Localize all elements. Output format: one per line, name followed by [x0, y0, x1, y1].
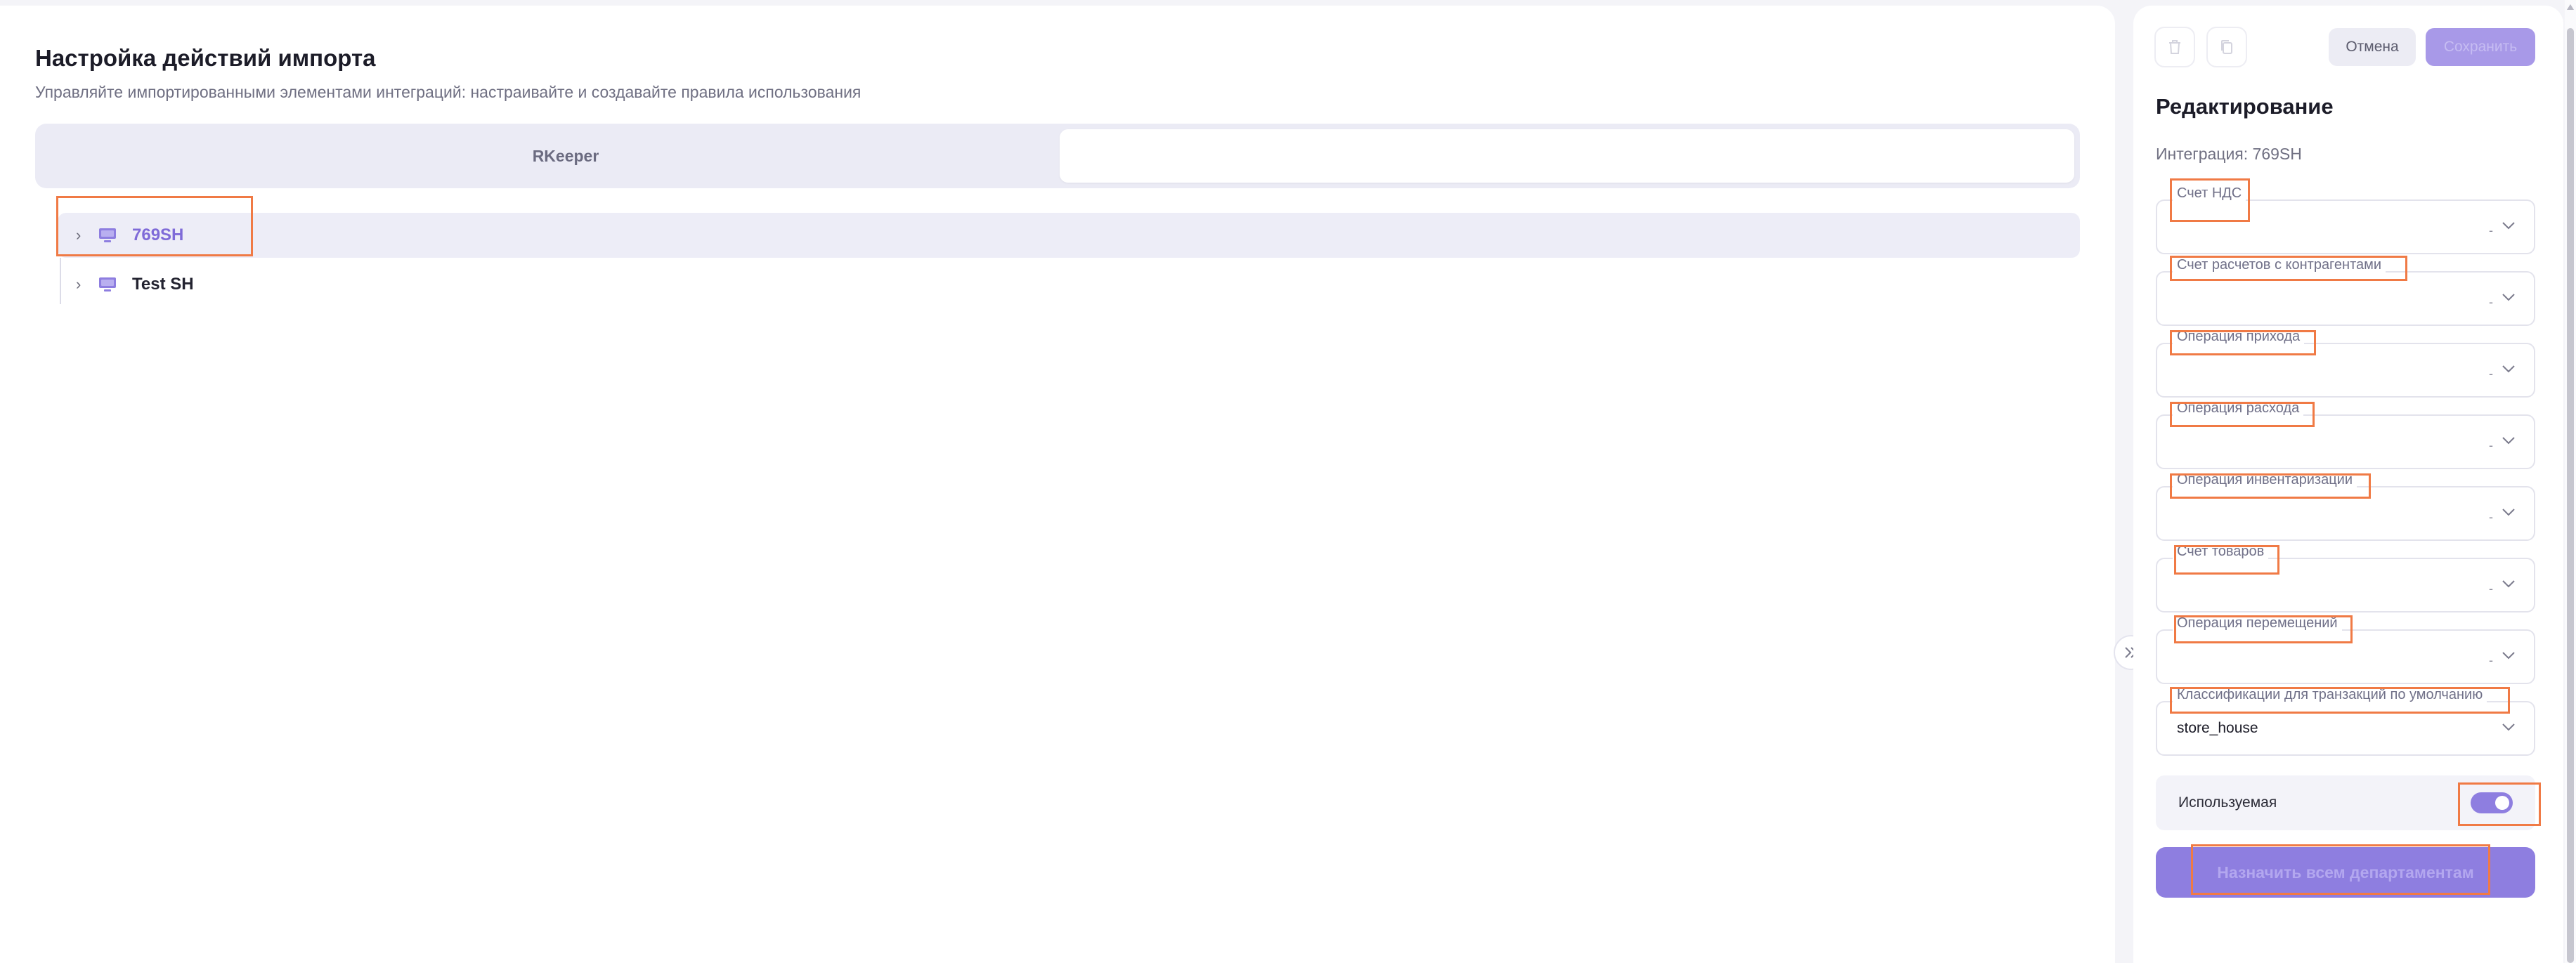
cancel-button[interactable]: Отмена — [2329, 28, 2416, 66]
app-window: Настройка действий импорта Управляйте им… — [0, 0, 2576, 963]
tree-item-769sh[interactable]: › 769SH — [58, 213, 2080, 258]
copy-icon — [2221, 40, 2232, 54]
chevron-down-icon — [2502, 222, 2515, 230]
scroll-thumb[interactable] — [2567, 28, 2574, 963]
counterparty-account-select[interactable]: Счет расчетов с контрагентами - — [2156, 257, 2535, 326]
clear-icon[interactable]: - — [2489, 653, 2493, 668]
chevron-down-icon — [2502, 580, 2515, 588]
copy-button[interactable] — [2206, 27, 2247, 67]
goods-account-select[interactable]: Счет товаров - — [2156, 544, 2535, 612]
save-button[interactable]: Сохранить — [2426, 28, 2535, 66]
integration-name: Интеграция: 769SH — [2156, 145, 2302, 163]
tree-item-label: 769SH — [132, 225, 184, 244]
clear-icon[interactable]: - — [2489, 582, 2493, 596]
tab-blank[interactable] — [1060, 129, 2074, 183]
chevron-right-icon[interactable]: › — [58, 226, 98, 244]
page-subtitle: Управляйте импортированными элементами и… — [35, 83, 861, 101]
tree-item-label: Test SH — [132, 275, 194, 294]
inventory-operation-select[interactable]: Операция инвентаризации - — [2156, 472, 2535, 541]
field-label: Счет НДС — [2173, 185, 2246, 202]
integration-tabs: RKeeper — [35, 124, 2080, 188]
scroll-up-arrow-icon[interactable] — [2567, 4, 2574, 10]
chevron-down-icon — [2502, 437, 2515, 445]
chevron-down-icon — [2502, 723, 2515, 731]
delete-button[interactable] — [2154, 27, 2195, 67]
field-value: store_house — [2177, 720, 2258, 736]
field-label: Операция расхода — [2173, 400, 2304, 417]
in-use-toggle[interactable] — [2471, 792, 2513, 813]
field-label: Операция инвентаризации — [2173, 472, 2357, 488]
default-classification-select[interactable]: Классификации для транзакций по умолчани… — [2156, 687, 2535, 756]
vat-account-select[interactable]: Счет НДС - — [2156, 185, 2535, 254]
field-label: Операция прихода — [2173, 329, 2305, 345]
clear-icon[interactable]: - — [2489, 438, 2493, 453]
page-scrollbar[interactable] — [2565, 0, 2576, 963]
field-label: Счет товаров — [2173, 544, 2269, 560]
chevron-down-icon — [2502, 652, 2515, 660]
clear-icon[interactable]: - — [2489, 295, 2493, 310]
income-operation-select[interactable]: Операция прихода - — [2156, 329, 2535, 398]
chevron-right-icon[interactable]: › — [58, 275, 98, 294]
page-title: Настройка действий импорта — [35, 45, 376, 71]
clear-icon[interactable]: - — [2489, 223, 2493, 238]
field-label: Счет расчетов с контрагентами — [2173, 257, 2386, 273]
clear-icon[interactable]: - — [2489, 367, 2493, 381]
field-label: Классификации для транзакций по умолчани… — [2173, 687, 2487, 703]
field-label: Операция перемещений — [2173, 615, 2342, 631]
edit-panel: Отмена Сохранить Редактирование Интеграц… — [2133, 6, 2563, 963]
tree-item-test-sh[interactable]: › Test SH — [58, 262, 2080, 307]
toggle-knob — [2495, 796, 2509, 810]
chevron-down-icon — [2502, 365, 2515, 373]
expense-operation-select[interactable]: Операция расхода - — [2156, 400, 2535, 469]
monitor-icon — [98, 213, 126, 258]
edit-title: Редактирование — [2156, 94, 2334, 119]
trash-icon — [2169, 40, 2180, 54]
tab-rkeeper[interactable]: RKeeper — [42, 129, 1089, 183]
main-panel: Настройка действий импорта Управляйте им… — [0, 6, 2115, 963]
clear-icon[interactable]: - — [2489, 510, 2493, 525]
in-use-label: Используемая — [2178, 794, 2277, 811]
chevron-down-icon — [2502, 509, 2515, 516]
monitor-icon — [98, 262, 126, 307]
assign-all-departments-button[interactable]: Назначить всем департаментам — [2156, 847, 2535, 898]
transfer-operation-select[interactable]: Операция перемещений - — [2156, 615, 2535, 684]
in-use-row: Используемая — [2156, 775, 2535, 830]
chevron-down-icon — [2502, 294, 2515, 301]
